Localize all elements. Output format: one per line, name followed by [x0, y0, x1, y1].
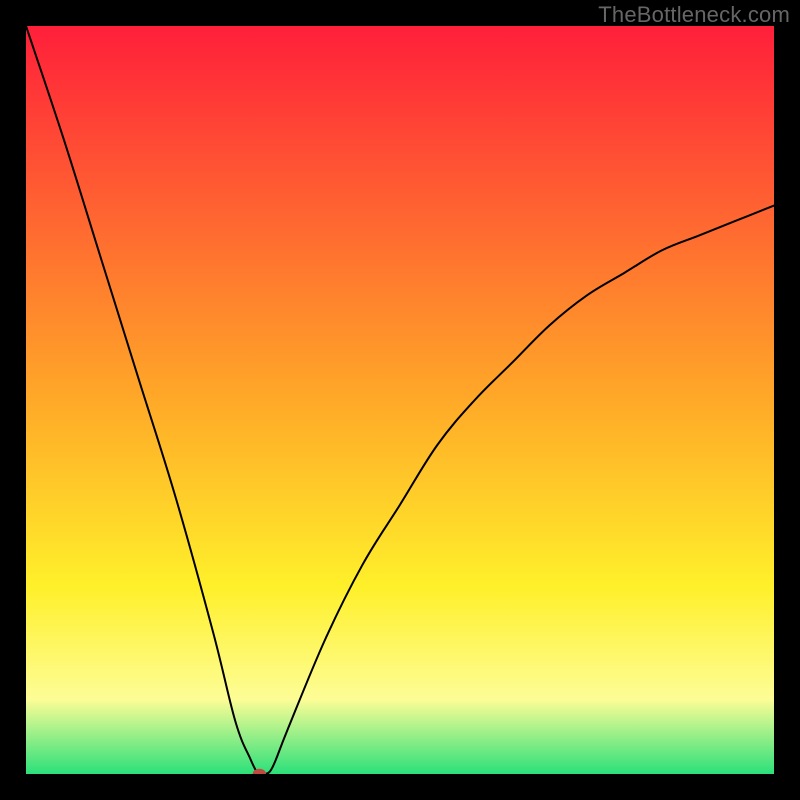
watermark-text: TheBottleneck.com	[598, 2, 790, 28]
plot-background	[26, 26, 774, 774]
chart-container: TheBottleneck.com	[0, 0, 800, 800]
chart-svg	[0, 0, 800, 800]
